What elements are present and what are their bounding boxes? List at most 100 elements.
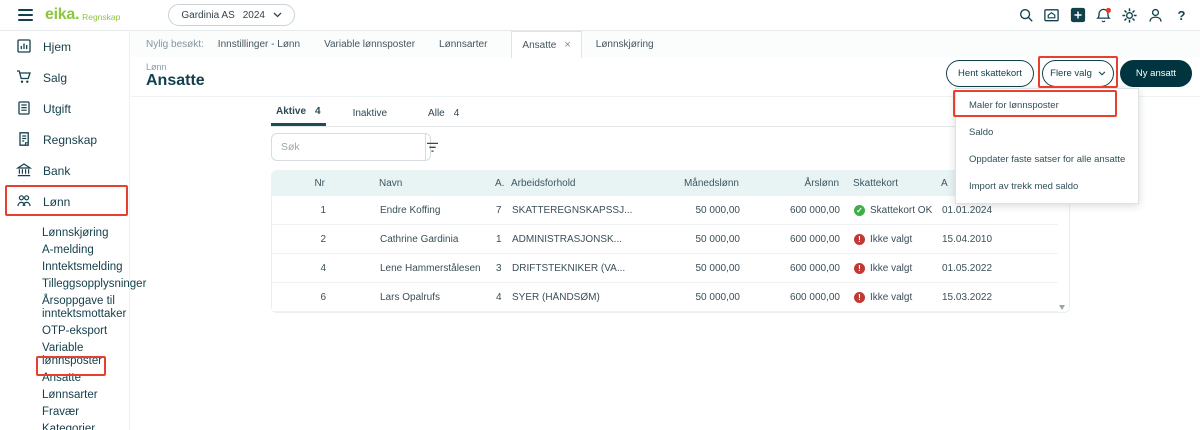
recent-tab-variable-lonnsposter[interactable]: Variable lønnsposter — [324, 39, 415, 50]
account-icon[interactable] — [1147, 7, 1164, 24]
tab-aktive[interactable]: Aktive 4 — [271, 100, 326, 126]
sidebar-item-lonn[interactable]: Lønn — [0, 186, 129, 217]
employee-status-tabs: Aktive 4 Inaktive Alle 4 — [271, 100, 1070, 127]
bank-icon — [16, 162, 33, 179]
search-icon[interactable] — [1017, 7, 1034, 24]
ledger-icon — [16, 131, 33, 148]
dashboard-icon — [16, 38, 33, 55]
cell-arslonn: 600 000,00 — [789, 204, 840, 216]
menu-item-saldo[interactable]: Saldo — [956, 119, 1138, 146]
col-header-skattekort[interactable]: Skattekort — [841, 178, 941, 189]
table-body: 1 Endre Koffing 7 SKATTEREGNSKAPSSJ... 5… — [271, 196, 1070, 313]
sidebar-subitem-otp-eksport[interactable]: OTP-eksport — [0, 323, 129, 340]
cell-dato: 15.03.2022 — [942, 291, 993, 303]
cell-manedslonn: 50 000,00 — [695, 291, 741, 303]
sidebar-subitem-lonnskjoring[interactable]: Lønnskjøring — [0, 225, 129, 242]
status-error-icon: ! — [854, 291, 865, 303]
close-icon[interactable]: × — [564, 39, 570, 51]
menu-item-oppdater-faste-satser[interactable]: Oppdater faste satser for alle ansatte — [956, 146, 1138, 173]
col-header-nr[interactable]: Nr — [271, 178, 329, 189]
cell-skattekort: ! Ikke valgt — [842, 262, 942, 274]
cell-navn: Endre Koffing — [380, 204, 441, 216]
table-row[interactable]: 1 Endre Koffing 7 SKATTEREGNSKAPSSJ... 5… — [272, 196, 1058, 225]
sidebar-item-label: Hjem — [43, 39, 72, 54]
sidebar-item-label: Regnskap — [43, 132, 98, 147]
search-control — [271, 133, 438, 161]
chevron-down-icon — [1098, 71, 1106, 76]
tab-label: Alle — [428, 107, 445, 119]
cell-skattekort: ! Ikke valgt — [842, 291, 942, 303]
sidebar-subitem-kategorier[interactable]: Kategorier — [0, 421, 129, 430]
tab-count: 4 — [315, 106, 321, 117]
hamburger-menu-icon[interactable] — [18, 9, 33, 21]
tab-label: Aktive — [276, 106, 307, 117]
col-header-arslonn[interactable]: Årslønn — [741, 178, 841, 189]
filter-button[interactable] — [426, 134, 439, 160]
sidebar-item-utgift[interactable]: Utgift — [0, 93, 129, 124]
settings-gear-icon[interactable] — [1121, 7, 1138, 24]
cell-arslonn: 600 000,00 — [789, 291, 840, 303]
menu-item-import-av-trekk[interactable]: Import av trekk med saldo — [956, 173, 1138, 200]
col-header-arbeidsforhold[interactable]: Arbeidsforhold — [511, 178, 671, 189]
brand-product-label: Regnskap — [82, 12, 121, 22]
recent-label: Nylig besøkt: — [146, 38, 204, 50]
sidebar-item-regnskap[interactable]: Regnskap — [0, 124, 129, 155]
help-icon[interactable]: ? — [1173, 7, 1190, 24]
hent-skattekort-button[interactable]: Hent skattekort — [946, 60, 1034, 87]
table-scrollbar[interactable] — [1057, 198, 1067, 310]
recent-tab-innstillinger-lonn[interactable]: Innstillinger - Lønn — [218, 39, 300, 50]
sidebar-item-hjem[interactable]: Hjem — [0, 31, 129, 62]
cell-arbeidsforhold: ADMINISTRASJONSK... — [512, 233, 623, 245]
cell-dato: 01.01.2024 — [942, 204, 993, 216]
table-row[interactable]: 6 Lars Opalrufs 4 SYER (HÅNDSØM) 50 000,… — [272, 283, 1058, 312]
status-label: Ikke valgt — [870, 291, 913, 303]
recent-tabs-strip: Nylig besøkt: Innstillinger - Lønn Varia… — [131, 31, 1200, 58]
sidebar-item-salg[interactable]: Salg — [0, 62, 129, 93]
cell-arslonn: 600 000,00 — [789, 233, 840, 245]
cell-nr: 1 — [320, 204, 326, 216]
flere-valg-button[interactable]: Flere valg — [1042, 60, 1114, 87]
cell-navn: Lene Hammerstålesen — [380, 262, 481, 274]
ny-ansatt-button[interactable]: Ny ansatt — [1120, 60, 1192, 87]
col-header-manedslonn[interactable]: Månedslønn — [671, 178, 741, 189]
recent-tab-lonnsarter[interactable]: Lønnsarter — [439, 39, 487, 50]
search-input[interactable] — [272, 134, 426, 160]
company-overview-icon[interactable] — [1043, 7, 1060, 24]
sidebar-subitem-lonnsarter[interactable]: Lønnsarter — [0, 387, 129, 404]
sidebar-item-label: Lønn — [43, 194, 71, 209]
table-row[interactable]: 4 Lene Hammerstålesen 3 DRIFTSTEKNIKER (… — [272, 254, 1058, 283]
cell-dato: 15.04.2010 — [942, 233, 993, 245]
sidebar-subitem-variable-lonnsposter[interactable]: Variable lønnsposter — [0, 340, 129, 370]
tab-alle[interactable]: Alle 4 — [423, 100, 464, 126]
cell-arslonn: 600 000,00 — [789, 262, 840, 274]
expense-icon — [16, 100, 33, 117]
add-icon[interactable] — [1069, 7, 1086, 24]
sidebar-subitem-fravaer[interactable]: Fravær — [0, 404, 129, 421]
notifications-icon[interactable] — [1095, 7, 1112, 24]
table-header-row: Nr Navn A. Arbeidsforhold Månedslønn Års… — [271, 170, 1058, 196]
flere-valg-dropdown: Maler for lønnsposter Saldo Oppdater fas… — [955, 88, 1140, 204]
sidebar-subitem-inntektsmelding[interactable]: Inntektsmelding — [0, 259, 129, 276]
recent-tab-ansatte[interactable]: Ansatte × — [511, 31, 582, 58]
menu-item-maler-for-lonnsposter[interactable]: Maler for lønnsposter — [956, 92, 1138, 119]
table-row[interactable]: 2 Cathrine Gardinia 1 ADMINISTRASJONSK..… — [272, 225, 1058, 254]
brand-logo[interactable]: eika. — [45, 6, 79, 24]
sidebar-subitem-tilleggsopplysninger[interactable]: Tilleggsopplysninger — [0, 276, 146, 293]
status-error-icon: ! — [854, 262, 865, 274]
sidebar-subitem-a-melding[interactable]: A-melding — [0, 242, 129, 259]
company-year: 2024 — [242, 9, 265, 21]
col-header-navn[interactable]: Navn — [329, 178, 491, 189]
employees-table: Nr Navn A. Arbeidsforhold Månedslønn Års… — [271, 170, 1070, 313]
sidebar-subitem-ansatte[interactable]: Ansatte — [0, 370, 129, 387]
company-selector[interactable]: Gardinia AS 2024 — [168, 4, 295, 26]
sidebar-item-bank[interactable]: Bank — [0, 155, 129, 186]
scroll-down-icon[interactable] — [1059, 305, 1065, 310]
sidebar-subitem-arsoppgave[interactable]: Årsoppgave til inntektsmottaker — [0, 293, 129, 323]
chevron-down-icon — [273, 12, 282, 18]
tab-inaktive[interactable]: Inaktive — [348, 100, 401, 126]
recent-tab-lonnskjoring[interactable]: Lønnskjøring — [596, 39, 654, 50]
tab-count: 4 — [453, 107, 460, 119]
cell-a: 3 — [496, 262, 502, 274]
col-header-a[interactable]: A. — [491, 178, 511, 189]
cell-skattekort: ✓ Skattekort OK — [842, 204, 942, 216]
